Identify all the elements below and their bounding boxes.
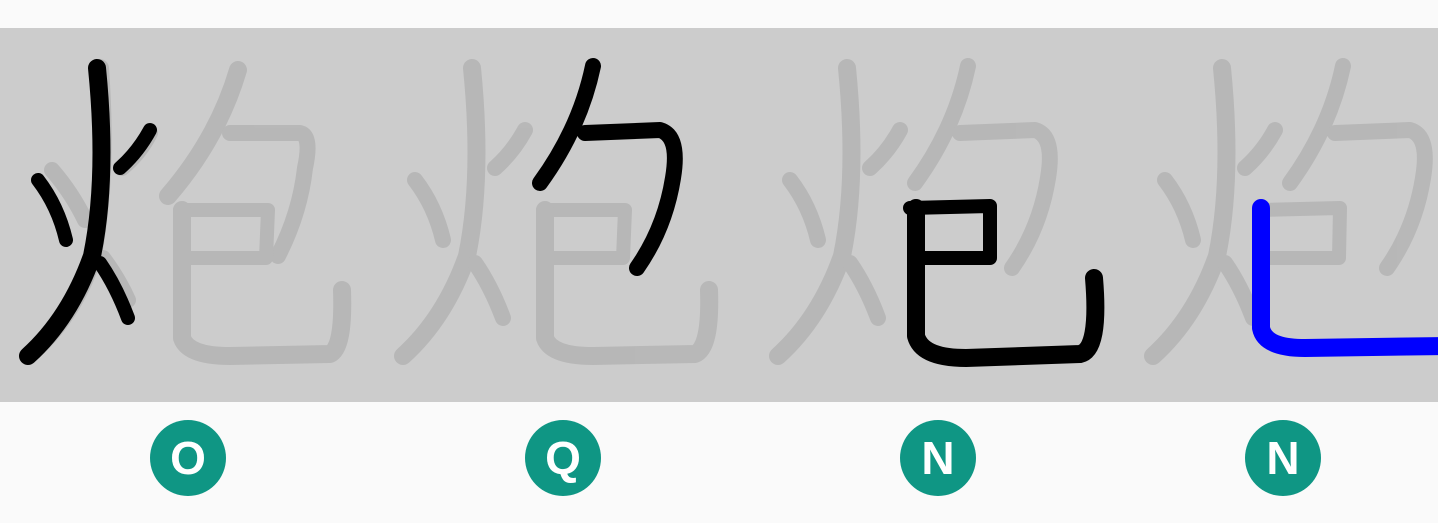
character-glyph-1: [19, 59, 352, 365]
ghost-character: [1144, 58, 1433, 365]
stroke-order-view: O Q N N: [0, 0, 1438, 523]
stroke-frame-3: [750, 28, 1125, 402]
grade-badge-3[interactable]: N: [900, 420, 976, 496]
grade-badge-1[interactable]: O: [150, 420, 226, 496]
stroke-frame-4: [1125, 28, 1438, 402]
stroke-order-strip: [0, 28, 1438, 402]
stroke-frame-2: [375, 28, 750, 402]
grade-badge-row: O Q N N: [0, 420, 1438, 500]
drawn-strokes: [903, 199, 1105, 367]
grade-badge-4[interactable]: N: [1245, 420, 1321, 496]
character-glyph-4: [1144, 58, 1438, 365]
character-glyph-2: [394, 58, 719, 365]
character-glyph-3: [769, 58, 1105, 367]
stroke-frame-1: [0, 28, 375, 402]
drawn-strokes: [532, 58, 683, 276]
ghost-character: [21, 59, 352, 365]
grade-badge-2[interactable]: Q: [525, 420, 601, 496]
